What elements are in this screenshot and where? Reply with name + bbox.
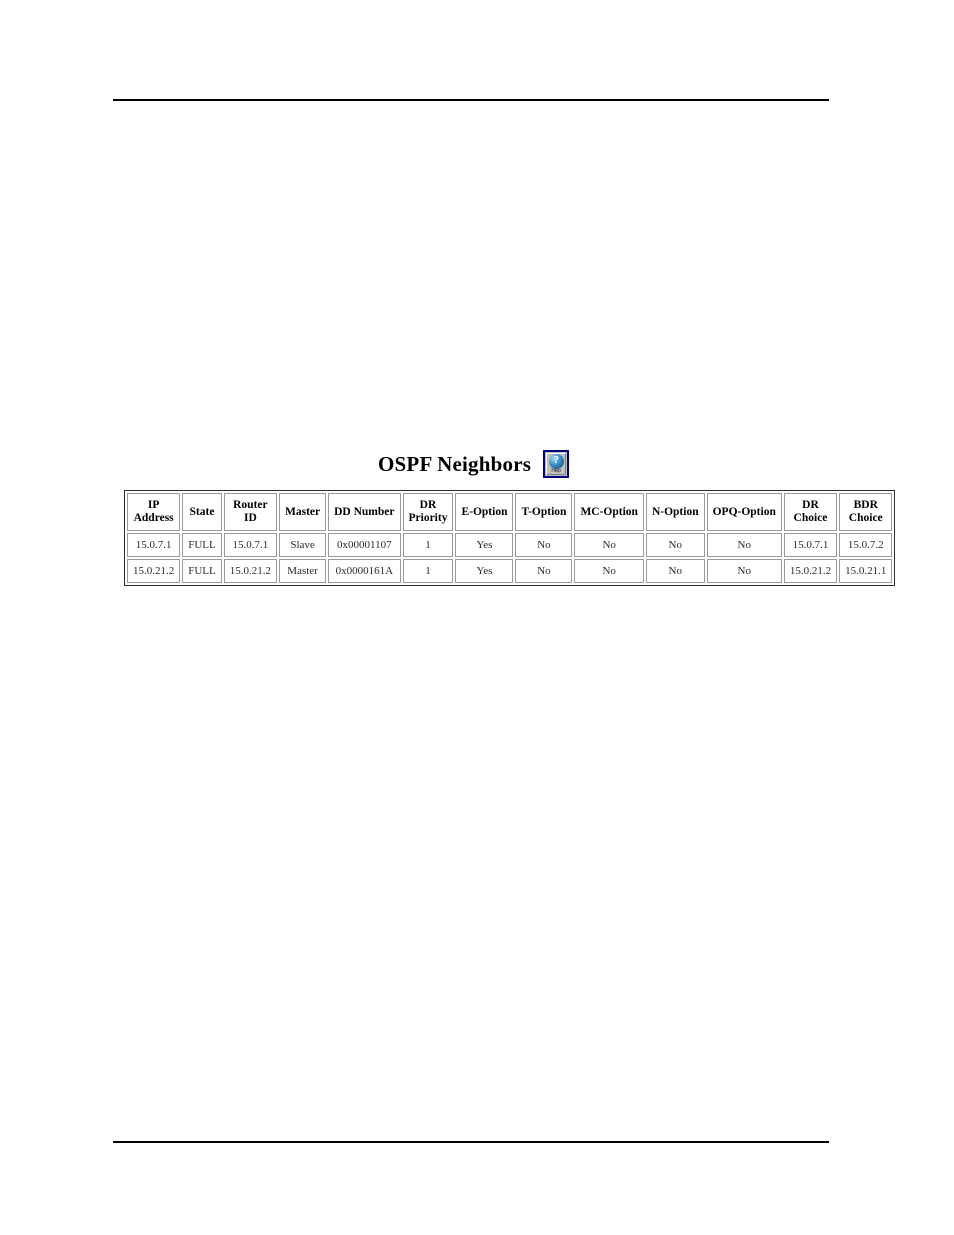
cell-t-option: No [515, 559, 573, 583]
column-header-state-label: State [189, 505, 215, 518]
header-rule [113, 99, 829, 101]
cell-router-id: 15.0.7.1 [223, 533, 277, 557]
help-button-caption: Help [551, 467, 561, 474]
cell-opq-option: No [706, 559, 782, 583]
cell-e-option: Yes [455, 533, 514, 557]
column-header-dr-priority-line1: DR [419, 499, 437, 511]
cell-mc-option: No [574, 559, 644, 583]
column-header-n-option: N-Option [645, 493, 705, 531]
cell-state: FULL [182, 559, 222, 583]
column-header-router-id-line2: ID [243, 512, 257, 524]
cell-router-id: 15.0.21.2 [223, 559, 277, 583]
column-header-ip-address-line2: Address [133, 512, 174, 524]
help-globe-icon: ? [548, 453, 564, 469]
cell-n-option: No [645, 533, 705, 557]
ospf-neighbors-table-wrapper: IP Address State Router ID Master DD Num [124, 490, 896, 586]
column-header-bdr-choice-line1: BDR [853, 499, 878, 511]
cell-t-option: No [515, 533, 573, 557]
column-header-ip-address-line1: IP [147, 499, 160, 511]
table-body: 15.0.7.1 FULL 15.0.7.1 Slave 0x00001107 … [127, 533, 893, 583]
page-title: OSPF Neighbors [378, 451, 532, 476]
column-header-dr-priority-line2: Priority [408, 512, 448, 524]
column-header-e-option-label: E-Option [461, 505, 508, 518]
column-header-bdr-choice-line2: Choice [848, 512, 883, 524]
help-button[interactable]: ? Help [543, 450, 570, 478]
column-header-master-label: Master [285, 505, 321, 518]
cell-ip-address: 15.0.21.2 [127, 559, 181, 583]
column-header-t-option: T-Option [515, 493, 573, 531]
column-header-opq-option-label: OPQ-Option [712, 505, 776, 518]
table-row: 15.0.7.1 FULL 15.0.7.1 Slave 0x00001107 … [127, 533, 893, 557]
cell-dd-number: 0x0000161A [328, 559, 401, 583]
title-block: OSPF Neighbors ? Help [378, 450, 570, 478]
cell-dr-priority: 1 [402, 533, 454, 557]
cell-master: Slave [279, 533, 327, 557]
column-header-dd-number: DD Number [328, 493, 401, 531]
column-header-e-option: E-Option [455, 493, 514, 531]
cell-mc-option: No [574, 533, 644, 557]
cell-opq-option: No [706, 533, 782, 557]
column-header-t-option-label: T-Option [521, 505, 567, 518]
column-header-bdr-choice: BDR Choice [839, 493, 893, 531]
column-header-dr-choice: DR Choice [783, 493, 838, 531]
column-header-master: Master [279, 493, 327, 531]
cell-state: FULL [182, 533, 222, 557]
cell-dr-priority: 1 [402, 559, 454, 583]
column-header-dd-number-label: DD Number [334, 505, 395, 518]
footer-rule [113, 1141, 829, 1143]
cell-dd-number: 0x00001107 [328, 533, 401, 557]
column-header-mc-option: MC-Option [574, 493, 644, 531]
column-header-dr-choice-line2: Choice [793, 512, 828, 524]
column-header-ip-address: IP Address [127, 493, 181, 531]
cell-ip-address: 15.0.7.1 [127, 533, 181, 557]
table-header-row: IP Address State Router ID Master DD Num [127, 493, 893, 531]
ospf-neighbors-table: IP Address State Router ID Master DD Num [124, 490, 896, 586]
column-header-router-id-line1: Router [233, 499, 268, 511]
document-page: OSPF Neighbors ? Help IP Address State R… [0, 0, 954, 1235]
cell-dr-choice: 15.0.21.2 [783, 559, 838, 583]
column-header-dr-priority: DR Priority [402, 493, 454, 531]
cell-bdr-choice: 15.0.7.2 [839, 533, 893, 557]
help-question-mark: ? [553, 454, 559, 466]
column-header-opq-option: OPQ-Option [706, 493, 782, 531]
cell-n-option: No [645, 559, 705, 583]
table-row: 15.0.21.2 FULL 15.0.21.2 Master 0x000016… [127, 559, 893, 583]
cell-e-option: Yes [455, 559, 514, 583]
cell-dr-choice: 15.0.7.1 [783, 533, 838, 557]
table-header: IP Address State Router ID Master DD Num [127, 493, 893, 531]
cell-master: Master [279, 559, 327, 583]
column-header-router-id: Router ID [223, 493, 277, 531]
help-button-face: ? Help [546, 453, 567, 475]
cell-bdr-choice: 15.0.21.1 [839, 559, 893, 583]
column-header-dr-choice-line1: DR [802, 499, 819, 511]
column-header-n-option-label: N-Option [651, 505, 699, 518]
column-header-mc-option-label: MC-Option [580, 505, 638, 518]
column-header-state: State [182, 493, 222, 531]
